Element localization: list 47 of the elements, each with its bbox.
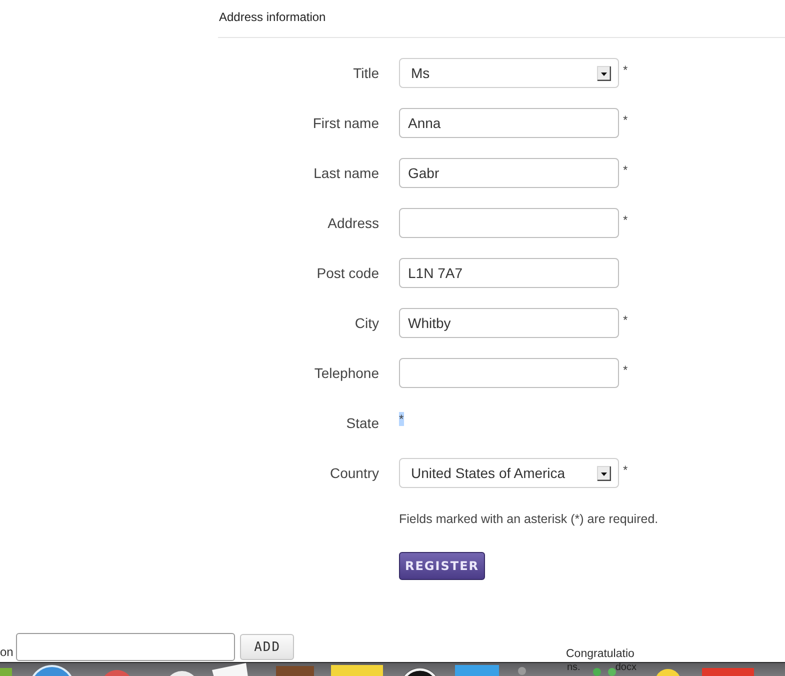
required-asterisk: * bbox=[623, 314, 628, 326]
ring-icon[interactable] bbox=[403, 668, 437, 676]
text-input[interactable] bbox=[399, 208, 619, 238]
text-input[interactable] bbox=[399, 358, 619, 388]
field-label: on bbox=[0, 645, 14, 659]
file-label: Congratulatio bbox=[566, 648, 634, 660]
required-asterisk: * bbox=[623, 114, 628, 126]
dot-icon[interactable] bbox=[593, 668, 601, 676]
dropdown-select[interactable]: Ms bbox=[399, 58, 619, 88]
dropdown-arrow-icon[interactable] bbox=[597, 66, 611, 80]
paper-icon[interactable] bbox=[212, 663, 248, 676]
required-asterisk: * bbox=[623, 214, 628, 226]
required-asterisk: * bbox=[623, 364, 628, 376]
required-asterisk: * bbox=[623, 164, 628, 176]
add-button[interactable]: ADD bbox=[240, 634, 294, 660]
tile-icon[interactable] bbox=[276, 666, 314, 676]
field-label: Country bbox=[330, 465, 379, 481]
tile-icon[interactable] bbox=[331, 665, 383, 676]
field-label: Address bbox=[328, 215, 379, 231]
required-asterisk: * bbox=[623, 64, 628, 76]
required-asterisk: * bbox=[623, 464, 628, 476]
field-label: City bbox=[354, 315, 379, 331]
tile-icon[interactable] bbox=[455, 665, 499, 676]
dropdown-select[interactable]: United States of America bbox=[399, 458, 619, 488]
section-heading: Address information bbox=[219, 10, 326, 24]
tile-icon[interactable] bbox=[0, 668, 12, 676]
required-asterisk: * bbox=[399, 412, 404, 426]
text-input[interactable]: Anna bbox=[399, 108, 619, 138]
circle-icon[interactable] bbox=[32, 665, 72, 676]
text-input[interactable]: L1N 7A7 bbox=[399, 258, 619, 288]
field-label: First name bbox=[312, 115, 379, 131]
field-label: Title bbox=[353, 65, 379, 81]
field-label: Telephone bbox=[314, 365, 379, 381]
field-label: Post code bbox=[316, 265, 379, 281]
dot-icon[interactable] bbox=[608, 668, 616, 676]
text-input[interactable] bbox=[16, 633, 236, 661]
required-note: Fields marked with an asterisk (*) are required. bbox=[399, 511, 658, 527]
dropdown-arrow-icon[interactable] bbox=[597, 466, 611, 480]
text-input[interactable]: Whitby bbox=[399, 308, 619, 338]
file-label: docx bbox=[615, 662, 636, 673]
field-label: State bbox=[346, 415, 379, 431]
file-label: ns. bbox=[567, 662, 580, 673]
dot-icon[interactable] bbox=[518, 667, 526, 675]
register-button[interactable]: REGISTER bbox=[399, 552, 485, 580]
field-label: Last name bbox=[314, 165, 379, 181]
text-input[interactable]: Gabr bbox=[399, 158, 619, 188]
tile-icon[interactable] bbox=[702, 668, 754, 676]
